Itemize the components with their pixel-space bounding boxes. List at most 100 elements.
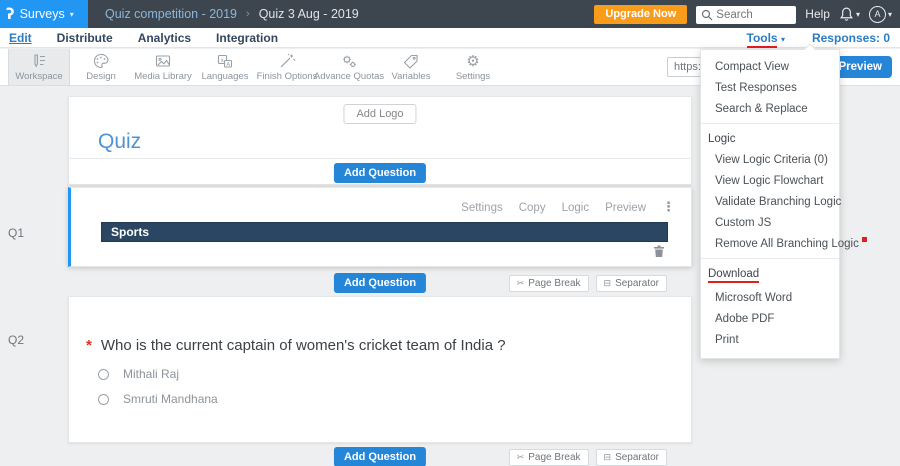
question-number-q1: Q1 (8, 226, 25, 240)
menu-item-validate-branching-logic[interactable]: Validate Branching Logic (701, 191, 841, 212)
menu-header-logic: Logic (708, 133, 736, 145)
menu-item-adobe-pdf[interactable]: Adobe PDF (701, 308, 839, 329)
question-number-q2: Q2 (8, 333, 25, 347)
gears-icon (343, 55, 356, 67)
preview-label: Preview (838, 61, 882, 73)
search-icon (702, 9, 713, 20)
breadcrumb-parent[interactable]: Quiz competition - 2019 (105, 7, 237, 21)
workspace-icon (34, 53, 45, 67)
question-text[interactable]: Who is the current captain of women's cr… (101, 337, 506, 354)
download-header-label: Download (708, 268, 760, 283)
menu-header-download: Download (701, 263, 839, 287)
delete-question-button[interactable] (653, 244, 665, 263)
tools-menu-button[interactable]: Tools ▾ (746, 30, 785, 48)
insert-row: Add Question ✂ Page Break ⊟ Separator (68, 443, 692, 466)
toolbar-item-label: Workspace (15, 70, 63, 82)
answer-option[interactable]: Mithali Raj (98, 367, 179, 381)
tab-distribute[interactable]: Distribute (57, 31, 113, 45)
menu-item-remove-all-branching-logic[interactable]: Remove All Branching Logic (701, 233, 859, 254)
separator-button[interactable]: ⊟ Separator (595, 275, 667, 292)
translate-icon: xA (217, 54, 233, 67)
scissors-icon: ✂ (516, 452, 525, 463)
scissors-icon: ✂ (516, 278, 525, 289)
question-card-q1[interactable]: Settings Copy Logic Preview ⋮ Sports (68, 187, 692, 267)
account-menu[interactable]: A ▾ (868, 5, 892, 23)
upgrade-now-button[interactable]: Upgrade Now (594, 4, 688, 24)
section-nav-right: Tools ▾ Responses: 0 (746, 30, 900, 48)
toolbar-item-languages[interactable]: xA Languages (194, 49, 256, 85)
toolbar-item-label: Design (86, 70, 116, 82)
page-break-label: Page Break (528, 278, 581, 289)
gear-icon: ⚙ (466, 51, 480, 70)
question-row: * Who is the current captain of women's … (86, 337, 506, 354)
menu-item-print[interactable]: Print (701, 329, 839, 350)
separator-button[interactable]: ⊟ Separator (595, 449, 667, 466)
section-nav: Edit Distribute Analytics Integration To… (0, 28, 900, 48)
toolbar-item-settings[interactable]: ⚙ Settings (442, 49, 504, 85)
trash-icon (654, 245, 664, 257)
add-question-button[interactable]: Add Question (333, 273, 427, 293)
separator-label: Separator (615, 278, 659, 289)
breadcrumb-current: Quiz 3 Aug - 2019 (258, 7, 359, 21)
tools-label: Tools (746, 30, 778, 45)
image-icon (155, 54, 171, 67)
question-copy-link[interactable]: Copy (519, 202, 546, 214)
toolbar-item-media-library[interactable]: Media Library (132, 49, 194, 85)
toolbar-item-finish-options[interactable]: Finish Options (256, 49, 318, 85)
break-buttons: ✂ Page Break ⊟ Separator (508, 275, 667, 292)
responses-count: Responses: 0 (811, 30, 890, 45)
toolbar-item-advance-quotas[interactable]: Advance Quotas (314, 49, 384, 85)
required-asterisk: * (86, 337, 92, 354)
chevron-down-icon: ▾ (887, 9, 892, 19)
question-logic-link[interactable]: Logic (562, 202, 590, 214)
answer-option[interactable]: Smruti Mandhana (98, 392, 218, 406)
section-title-input[interactable]: Sports (101, 222, 668, 242)
question-card-q2[interactable]: * Who is the current captain of women's … (68, 296, 692, 443)
proprofs-logo-icon: ʔ (6, 5, 15, 23)
toolbar-item-label: Finish Options (256, 70, 318, 82)
menu-item-view-logic-flowchart[interactable]: View Logic Flowchart (701, 170, 839, 191)
break-buttons: ✂ Page Break ⊟ Separator (508, 449, 667, 466)
red-annotation-dot (862, 237, 867, 242)
divider (701, 123, 839, 124)
menu-item-search-replace[interactable]: Search & Replace (701, 98, 839, 119)
question-preview-link[interactable]: Preview (605, 202, 646, 214)
notifications-menu[interactable]: ▾ (839, 6, 860, 22)
toolbar-item-variables[interactable]: Variables (380, 49, 442, 85)
chevron-down-icon: ▾ (780, 34, 785, 44)
product-switcher[interactable]: ʔ Surveys ▾ (0, 0, 88, 28)
menu-item-custom-js[interactable]: Custom JS (701, 212, 839, 233)
radio-button[interactable] (98, 393, 109, 405)
separator-icon: ⊟ (603, 452, 612, 463)
tab-edit[interactable]: Edit (9, 31, 32, 45)
question-settings-link[interactable]: Settings (461, 202, 503, 214)
help-link[interactable]: Help (805, 7, 830, 21)
breadcrumb-separator-icon: › (246, 8, 250, 20)
tab-analytics[interactable]: Analytics (138, 31, 191, 45)
avatar: A (868, 5, 886, 23)
add-question-button[interactable]: Add Question (333, 447, 427, 466)
menu-item-microsoft-word[interactable]: Microsoft Word (701, 287, 839, 308)
magic-wand-icon (280, 53, 296, 67)
toolbar-item-design[interactable]: Design (70, 49, 132, 85)
page-break-button[interactable]: ✂ Page Break (508, 275, 589, 292)
radio-button[interactable] (98, 368, 109, 380)
toolbar-item-workspace[interactable]: Workspace (8, 49, 70, 85)
option-label: Smruti Mandhana (123, 392, 218, 406)
more-options-icon[interactable]: ⋮ (662, 200, 675, 215)
page-break-button[interactable]: ✂ Page Break (508, 449, 589, 466)
option-label: Mithali Raj (123, 367, 180, 381)
divider (69, 158, 691, 159)
tab-integration[interactable]: Integration (216, 31, 278, 45)
search-wrap (696, 5, 797, 24)
add-question-button[interactable]: Add Question (333, 163, 427, 183)
menu-item-view-logic-criteria[interactable]: View Logic Criteria (0) (701, 149, 839, 170)
insert-row: Add Question ✂ Page Break ⊟ Separator (68, 270, 692, 295)
menu-item-compact-view[interactable]: Compact View (701, 56, 839, 77)
separator-label: Separator (615, 452, 659, 463)
menu-item-test-responses[interactable]: Test Responses (701, 77, 839, 98)
question-actions: Settings Copy Logic Preview ⋮ (461, 200, 675, 215)
add-logo-button[interactable]: Add Logo (343, 104, 417, 124)
survey-title[interactable]: Quiz (98, 130, 141, 154)
product-name: Surveys (19, 7, 65, 21)
